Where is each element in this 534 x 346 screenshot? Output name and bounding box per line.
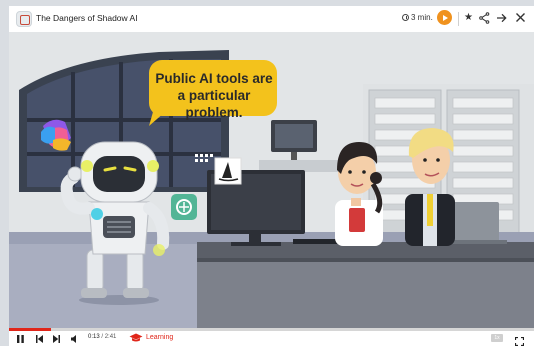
time-display: 0:13 / 2:41 — [88, 334, 116, 340]
volume-icon[interactable] — [70, 332, 80, 344]
star-icon[interactable]: ★ — [464, 11, 473, 25]
speech-bubble-text: Public AI tools are a particular problem… — [155, 71, 273, 120]
chapter-indicator[interactable]: Learning — [129, 333, 173, 342]
video-area[interactable]: Public AI tools are a particular problem… — [9, 32, 534, 328]
playback-speed-button[interactable]: 1x — [491, 334, 503, 342]
close-icon[interactable] — [515, 11, 526, 24]
midjourney-logo-icon — [214, 157, 242, 185]
graduation-cap-icon — [129, 333, 143, 342]
chapter-label: Learning — [146, 334, 174, 341]
header-divider — [458, 12, 459, 26]
play-lesson-button[interactable] — [437, 10, 452, 25]
current-time: 0:13 — [88, 334, 100, 340]
lesson-window: The Dangers of Shadow AI 3 min. ★ Public… — [9, 6, 534, 346]
arrow-right-icon[interactable] — [496, 11, 507, 24]
player-controls: 0:13 / 2:41 Learning 1x — [9, 331, 534, 346]
total-time: 2:41 — [104, 334, 117, 340]
share-icon[interactable] — [479, 11, 490, 24]
pause-button[interactable] — [16, 332, 25, 344]
time-separator: / — [101, 334, 104, 340]
course-logo-icon — [16, 11, 32, 27]
chatgpt-logo-icon — [171, 194, 197, 220]
play-icon — [442, 14, 448, 21]
skip-back-button[interactable] — [35, 332, 44, 344]
skip-forward-button[interactable] — [52, 332, 61, 344]
duration-label: 3 min. — [402, 13, 433, 22]
clock-icon — [402, 14, 409, 21]
fullscreen-icon[interactable] — [514, 333, 525, 346]
duration-text: 3 min. — [411, 13, 433, 22]
lesson-header: The Dangers of Shadow AI 3 min. ★ — [9, 6, 534, 32]
lesson-title: The Dangers of Shadow AI — [36, 13, 138, 23]
